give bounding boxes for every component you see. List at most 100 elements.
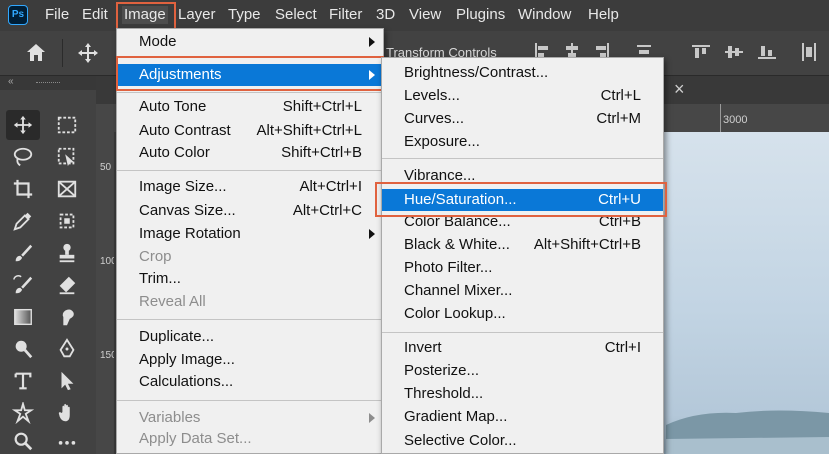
menu-item-image-size[interactable]: Image Size... Alt+Ctrl+I (117, 176, 383, 198)
menu-image[interactable]: Image (122, 6, 168, 24)
menu-item-apply-data-set[interactable]: Apply Data Set... (117, 428, 383, 450)
patch-icon (59, 213, 75, 229)
submenu-arrow-icon (369, 413, 375, 423)
menu-edit[interactable]: Edit (82, 6, 108, 24)
menu-item-reveal-all[interactable]: Reveal All (117, 291, 383, 313)
smudge-tool[interactable] (50, 302, 84, 332)
frame-icon (57, 180, 77, 198)
stamp-icon (59, 243, 75, 263)
menu-item-auto-color[interactable]: Auto Color Shift+Ctrl+B (117, 142, 383, 164)
menu-item-canvas-size[interactable]: Canvas Size... Alt+Ctrl+C (117, 200, 383, 222)
menu-file[interactable]: File (45, 6, 69, 24)
menu-filter[interactable]: Filter (329, 6, 362, 24)
eraser-tool[interactable] (50, 270, 84, 300)
image-menu-dropdown: Mode Adjustments Auto Tone Shift+Ctrl+L A… (116, 28, 384, 454)
ruler-left-label-50: 50 (100, 162, 112, 173)
menu-item-gradient-map[interactable]: Gradient Map... (382, 406, 663, 428)
menu-item-calculations[interactable]: Calculations... (117, 371, 383, 393)
ruler-left-label-150: 150 (100, 350, 117, 361)
pen-tool[interactable] (50, 334, 84, 364)
menu-item-posterize[interactable]: Posterize... (382, 360, 663, 382)
lasso-tool[interactable] (6, 142, 40, 172)
tools-panel-header: « (0, 76, 96, 90)
dodge-tool[interactable] (6, 334, 40, 364)
crop-icon (13, 179, 33, 199)
patch-tool[interactable] (50, 206, 84, 236)
menu-item-threshold[interactable]: Threshold... (382, 383, 663, 405)
photoshop-logo: Ps (8, 5, 28, 25)
clone-stamp-tool[interactable] (50, 238, 84, 268)
menu-item-curves[interactable]: Curves... Ctrl+M (382, 108, 663, 130)
photo-island-silhouette (666, 410, 829, 454)
menu-item-photo-filter[interactable]: Photo Filter... (382, 257, 663, 279)
menu-item-variables[interactable]: Variables (117, 407, 383, 429)
history-brush-tool[interactable] (6, 270, 40, 300)
menu-item-adjustments[interactable]: Adjustments (117, 64, 383, 86)
brush-tool[interactable] (6, 238, 40, 268)
ruler-left: 50 100 150 (96, 132, 117, 454)
eyedropper-tool[interactable] (6, 206, 40, 236)
menu-help[interactable]: Help (588, 6, 619, 24)
dodge-icon (15, 340, 33, 359)
menu-item-hue-saturation[interactable]: Hue/Saturation... Ctrl+U (382, 189, 663, 211)
distribute-horizontal-icon[interactable] (800, 43, 818, 61)
panel-grip[interactable] (36, 82, 60, 85)
align-top-icon[interactable] (692, 43, 710, 61)
menu-item-invert[interactable]: Invert Ctrl+I (382, 337, 663, 359)
menu-item-image-rotation[interactable]: Image Rotation (117, 223, 383, 245)
menu-item-exposure[interactable]: Exposure... (382, 131, 663, 153)
menu-item-mode[interactable]: Mode (117, 31, 383, 53)
menu-item-brightness-contrast[interactable]: Brightness/Contrast... (382, 62, 663, 84)
zoom-tool[interactable] (6, 430, 40, 454)
frame-tool[interactable] (50, 174, 84, 204)
gradient-icon (14, 308, 32, 326)
menu-view[interactable]: View (409, 6, 441, 24)
home-icon[interactable] (24, 41, 48, 65)
gradient-tool[interactable] (6, 302, 40, 332)
more-tools-icon[interactable] (50, 430, 84, 454)
close-tab-icon[interactable]: × (674, 79, 685, 100)
align-middle-icon[interactable] (725, 43, 743, 61)
align-bottom-icon[interactable] (758, 43, 776, 61)
menu-select[interactable]: Select (275, 6, 317, 24)
menu-plugins[interactable]: Plugins (456, 6, 505, 24)
hand-tool[interactable] (50, 398, 84, 428)
menu-3d[interactable]: 3D (376, 6, 395, 24)
menu-item-black-white[interactable]: Black & White... Alt+Shift+Ctrl+B (382, 234, 663, 256)
type-tool[interactable] (6, 366, 40, 396)
collapse-panel-icon[interactable]: « (8, 76, 14, 87)
menu-separator (382, 158, 663, 159)
eyedropper-icon (13, 212, 32, 231)
type-icon (14, 372, 32, 390)
marquee-icon (57, 116, 77, 134)
crop-tool[interactable] (6, 174, 40, 204)
menu-item-color-balance[interactable]: Color Balance... Ctrl+B (382, 211, 663, 233)
menu-type[interactable]: Type (228, 6, 261, 24)
path-select-tool[interactable] (50, 366, 84, 396)
move-tool-icon[interactable] (76, 41, 100, 65)
custom-shape-tool[interactable] (6, 398, 40, 428)
menu-item-crop[interactable]: Crop (117, 246, 383, 268)
menu-item-duplicate[interactable]: Duplicate... (117, 326, 383, 348)
menu-item-levels[interactable]: Levels... Ctrl+L (382, 85, 663, 107)
menu-item-auto-contrast[interactable]: Auto Contrast Alt+Shift+Ctrl+L (117, 120, 383, 142)
smudge-icon (62, 309, 74, 326)
marquee-tool[interactable] (50, 110, 84, 140)
menu-window[interactable]: Window (518, 6, 571, 24)
object-select-tool[interactable] (50, 142, 84, 172)
menu-item-color-lookup[interactable]: Color Lookup... (382, 303, 663, 325)
menu-layer[interactable]: Layer (178, 6, 216, 24)
menu-item-vibrance[interactable]: Vibrance... (382, 165, 663, 187)
menu-item-channel-mixer[interactable]: Channel Mixer... (382, 280, 663, 302)
move-tool[interactable] (6, 110, 40, 140)
menu-item-selective-color[interactable]: Selective Color... (382, 430, 663, 452)
menu-separator (117, 170, 383, 171)
menu-item-apply-image[interactable]: Apply Image... (117, 349, 383, 371)
brush-icon (15, 244, 33, 262)
tools-panel: « (0, 76, 96, 454)
options-divider (62, 39, 63, 67)
menu-separator (117, 319, 383, 320)
menu-item-trim[interactable]: Trim... (117, 268, 383, 290)
menu-item-auto-tone[interactable]: Auto Tone Shift+Ctrl+L (117, 96, 383, 118)
eraser-icon (59, 276, 76, 295)
